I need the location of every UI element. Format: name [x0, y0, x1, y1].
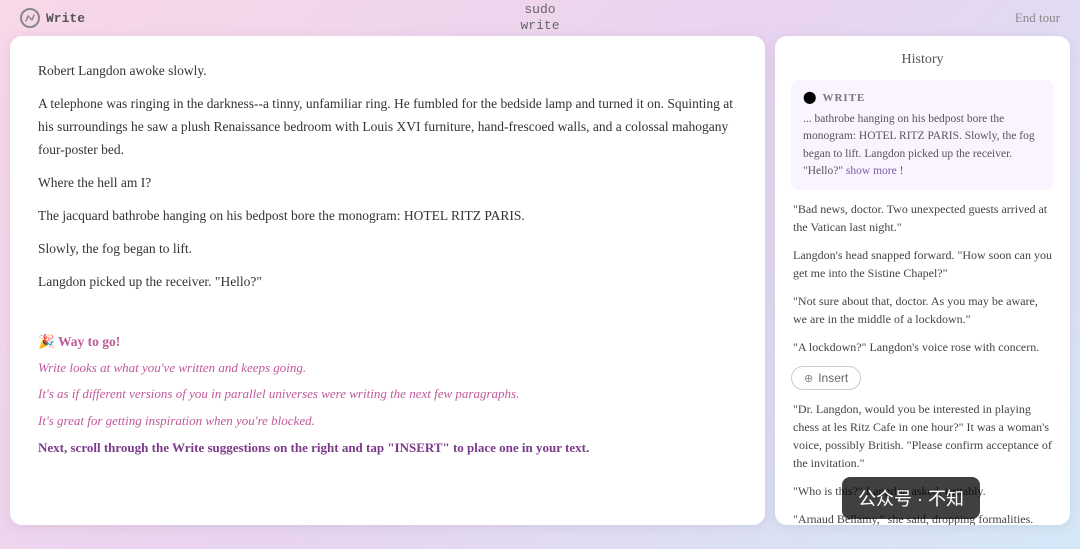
write-label-row: ⬤ WRITE [803, 90, 1042, 105]
history-item-3: "Not sure about that, doctor. As you may… [791, 292, 1054, 328]
top-bar: Write sudo write End tour [0, 0, 1080, 36]
left-panel: Robert Langdon awoke slowly. A telephone… [10, 36, 765, 525]
paragraph-4: The jacquard bathrobe hanging on his bed… [38, 205, 737, 228]
divider [38, 306, 737, 326]
history-item-6: "Who is this?" Langdon asked, irritably. [791, 482, 1054, 500]
tour-section: 🎉 Way to go! Write looks at what you've … [38, 334, 737, 459]
right-panel: History ⬤ WRITE ... bathrobe hanging on … [775, 36, 1070, 525]
write-label-text: WRITE [822, 92, 865, 104]
tour-line-2: It's as if different versions of you in … [38, 384, 737, 405]
tour-line-1: Write looks at what you've written and k… [38, 358, 737, 379]
show-more-link[interactable]: show more [846, 165, 897, 177]
write-preview-text: ... bathrobe hanging on his bedpost bore… [803, 111, 1042, 180]
paragraph-2: A telephone was ringing in the darkness-… [38, 93, 737, 162]
write-bullet-icon: ⬤ [803, 90, 816, 105]
write-section: ⬤ WRITE ... bathrobe hanging on his bedp… [791, 80, 1054, 190]
paragraph-6: Langdon picked up the receiver. "Hello?" [38, 271, 737, 294]
logo-area: Write [20, 8, 85, 28]
paragraph-5: Slowly, the fog began to lift. [38, 238, 737, 261]
write-label[interactable]: Write [46, 11, 85, 26]
write-icon [20, 8, 40, 28]
tour-line-3: It's great for getting inspiration when … [38, 411, 737, 432]
history-item-1: "Bad news, doctor. Two unexpected guests… [791, 200, 1054, 236]
end-tour-button[interactable]: End tour [1015, 10, 1060, 26]
tour-title: 🎉 Way to go! [38, 334, 737, 350]
main-layout: Robert Langdon awoke slowly. A telephone… [0, 36, 1080, 535]
tour-bold: Next, scroll through the Write suggestio… [38, 438, 737, 459]
history-item-7: "Arnaud Bellamy," she said, dropping for… [791, 510, 1054, 525]
insert-icon-1: ⊕ [804, 372, 813, 385]
history-item-4: "A lockdown?" Langdon's voice rose with … [791, 338, 1054, 356]
history-item-2: Langdon's head snapped forward. "How soo… [791, 246, 1054, 282]
story-text: Robert Langdon awoke slowly. A telephone… [38, 60, 737, 294]
history-title: History [791, 52, 1054, 68]
insert-button-1[interactable]: ⊕ Insert [791, 366, 861, 390]
paragraph-1: Robert Langdon awoke slowly. [38, 60, 737, 83]
paragraph-3: Where the hell am I? [38, 172, 737, 195]
history-item-5: "Dr. Langdon, would you be interested in… [791, 400, 1054, 472]
sudo-write-logo: sudo write [520, 2, 559, 33]
